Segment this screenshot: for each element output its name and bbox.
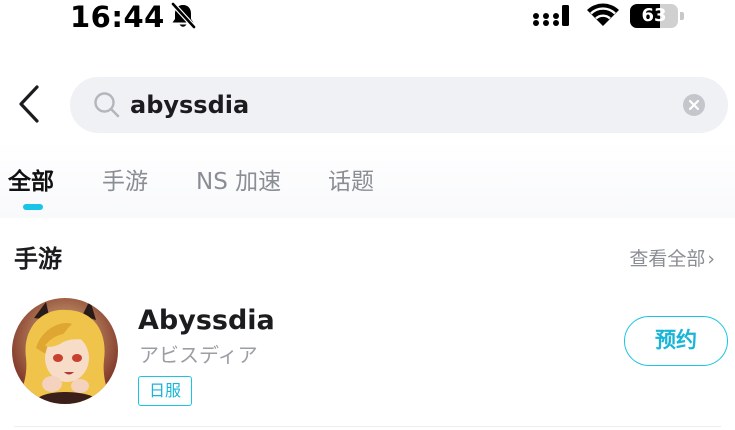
view-all-link[interactable]: 查看全部 › [629, 246, 715, 272]
search-icon [94, 92, 120, 118]
game-icon-avatar[interactable] [12, 298, 118, 404]
signal-icon [533, 5, 569, 26]
battery-nub [680, 12, 684, 20]
tab-mobile-games[interactable]: 手游 [102, 166, 148, 198]
tab-topics[interactable]: 话题 [328, 166, 374, 198]
clear-icon[interactable] [682, 93, 706, 117]
tab-active-indicator [23, 204, 43, 210]
screen: 16:44 63 abyssdia 全部 手游 NS 加速 话题 手游 查看全部… [0, 0, 735, 430]
view-all-label: 查看全部 [629, 248, 706, 270]
battery-body: 63 [630, 4, 678, 28]
battery-level: 63 [641, 5, 667, 26]
tab-ns-accelerate[interactable]: NS 加速 [196, 166, 281, 198]
game-subtitle: アビスディア [139, 343, 258, 367]
back-chevron-icon[interactable] [16, 84, 42, 124]
wifi-icon [587, 3, 619, 26]
search-input[interactable] [130, 85, 670, 125]
search-bar[interactable] [70, 77, 728, 133]
divider [14, 426, 721, 427]
tab-all[interactable]: 全部 [8, 166, 54, 198]
reserve-button[interactable]: 预约 [624, 316, 728, 366]
bell-off-icon [171, 2, 196, 29]
section-title: 手游 [14, 245, 62, 273]
chevron-right-icon: › [707, 248, 715, 270]
battery-icon: 63 [630, 4, 684, 28]
status-time: 16:44 [70, 0, 165, 34]
game-title[interactable]: Abyssdia [138, 303, 275, 339]
region-badge: 日服 [138, 376, 192, 406]
